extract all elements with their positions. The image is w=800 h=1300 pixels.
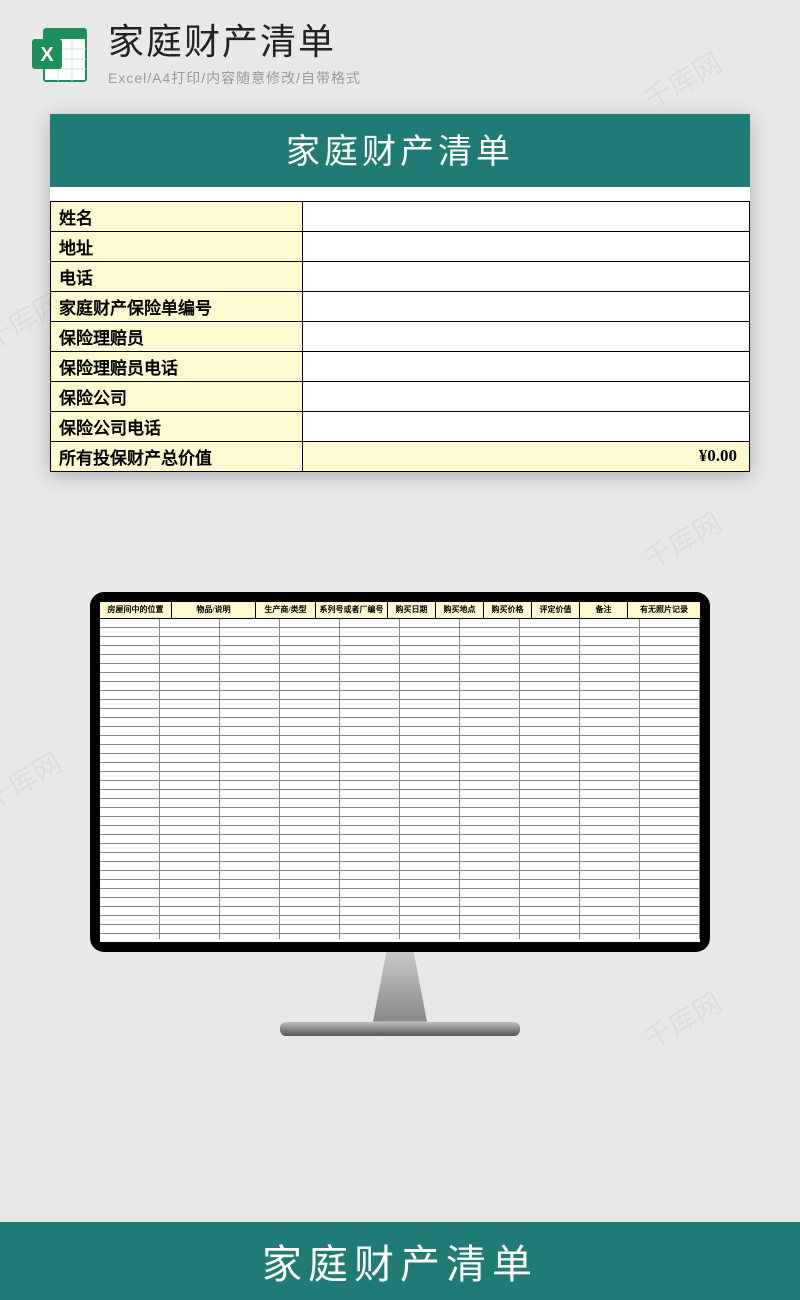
form-row-value <box>302 261 749 291</box>
spreadsheet-col-header: 房屋间中的位置 <box>100 602 172 619</box>
form-row: 地址 <box>51 231 750 261</box>
form-row-value <box>302 201 749 231</box>
spreadsheet-col-header: 物品/说明 <box>172 602 256 619</box>
page-title: 家庭财产清单 <box>108 22 770 62</box>
spreadsheet-header-row: 房屋间中的位置物品/说明生产商/类型系列号或者厂编号购买日期购买地点购买价格评定… <box>100 602 700 620</box>
form-row-label: 姓名 <box>51 201 303 231</box>
form-row: 保险公司 <box>51 381 750 411</box>
form-row-value <box>302 381 749 411</box>
form-row-label: 保险理赔员 <box>51 321 303 351</box>
page-header: X 家庭财产清单 Excel/A4打印/内容随意修改/自带格式 <box>0 0 800 94</box>
form-row-label: 保险理赔员电话 <box>51 351 303 381</box>
spreadsheet-col-header: 购买日期 <box>388 602 436 619</box>
form-row-value <box>302 411 749 441</box>
spreadsheet-col-header: 评定价值 <box>532 602 580 619</box>
monitor-base <box>280 1022 520 1036</box>
monitor-screen: 房屋间中的位置物品/说明生产商/类型系列号或者厂编号购买日期购买地点购买价格评定… <box>100 602 700 942</box>
monitor-bezel: 房屋间中的位置物品/说明生产商/类型系列号或者厂编号购买日期购买地点购买价格评定… <box>90 592 710 952</box>
form-row-label: 保险公司电话 <box>51 411 303 441</box>
spreadsheet-grid <box>100 619 700 939</box>
template-banner: 家庭财产清单 <box>50 114 750 187</box>
spreadsheet-col-header: 备注 <box>580 602 628 619</box>
form-row: 保险理赔员 <box>51 321 750 351</box>
total-label: 所有投保财产总价值 <box>51 441 303 471</box>
page-subtitle: Excel/A4打印/内容随意修改/自带格式 <box>108 68 770 88</box>
form-row-label: 地址 <box>51 231 303 261</box>
form-row-value <box>302 291 749 321</box>
spreadsheet-col-header: 购买价格 <box>484 602 532 619</box>
watermark: 千库网 <box>636 502 729 579</box>
bottom-title-bar: 家庭财产清单 <box>0 1222 800 1300</box>
form-row-label: 保险公司 <box>51 381 303 411</box>
form-row: 电话 <box>51 261 750 291</box>
monitor-stand <box>355 952 445 1022</box>
form-row: 保险理赔员电话 <box>51 351 750 381</box>
form-row: 姓名 <box>51 201 750 231</box>
info-form-table: 姓名地址电话家庭财产保险单编号保险理赔员保险理赔员电话保险公司保险公司电话 所有… <box>50 201 750 472</box>
spreadsheet-col-header: 生产商/类型 <box>256 602 316 619</box>
form-row: 保险公司电话 <box>51 411 750 441</box>
form-row-value <box>302 351 749 381</box>
spreadsheet-col-header: 系列号或者厂编号 <box>316 602 388 619</box>
svg-text:X: X <box>40 44 54 66</box>
form-row-label: 电话 <box>51 261 303 291</box>
monitor-mockup: 房屋间中的位置物品/说明生产商/类型系列号或者厂编号购买日期购买地点购买价格评定… <box>0 592 800 1036</box>
total-value: ¥0.00 <box>302 441 749 471</box>
form-row-value <box>302 231 749 261</box>
spreadsheet-col-header: 购买地点 <box>436 602 484 619</box>
total-row: 所有投保财产总价值 ¥0.00 <box>51 441 750 471</box>
template-preview-card: 家庭财产清单 姓名地址电话家庭财产保险单编号保险理赔员保险理赔员电话保险公司保险… <box>50 114 750 472</box>
form-row-label: 家庭财产保险单编号 <box>51 291 303 321</box>
excel-icon: X <box>30 25 90 85</box>
spreadsheet-col-header: 有无照片记录 <box>628 602 700 619</box>
form-row-value <box>302 321 749 351</box>
form-row: 家庭财产保险单编号 <box>51 291 750 321</box>
